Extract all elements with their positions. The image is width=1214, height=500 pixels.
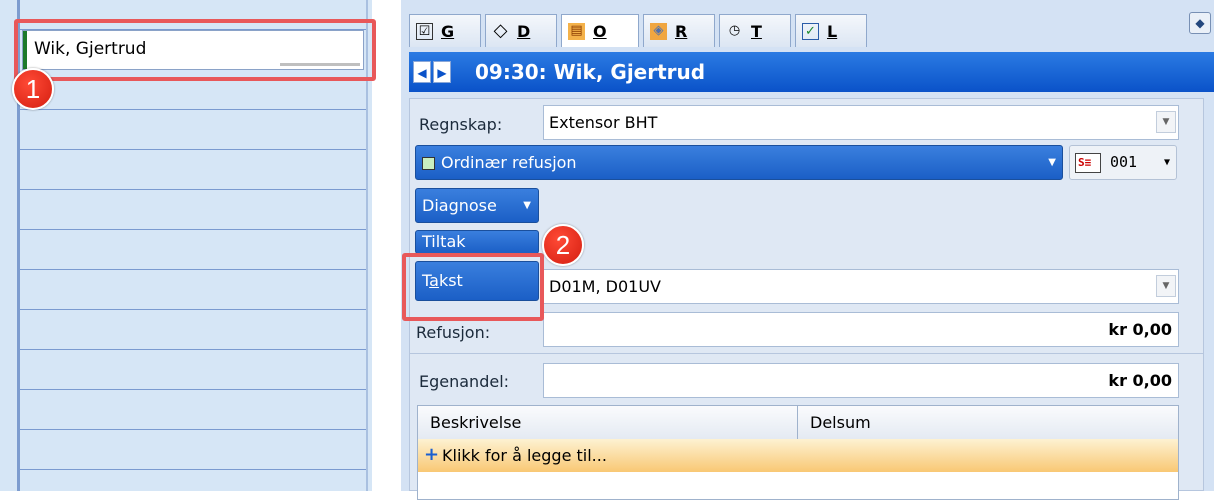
tab-o[interactable]: ▤ O xyxy=(561,14,639,47)
refusjon-label: Refusjon: xyxy=(416,323,491,342)
calendar-slot-line xyxy=(20,189,366,190)
tiltak-label: Tiltak xyxy=(422,232,466,251)
collapse-panel-icon[interactable]: ◆ xyxy=(1189,12,1211,34)
status-square-icon xyxy=(422,157,435,170)
tab-label: G xyxy=(441,21,455,41)
diamond-icon: ◇ xyxy=(493,19,508,41)
checkbox-icon: ☑ xyxy=(416,22,433,40)
column-header-beskrivelse[interactable]: Beskrivelse xyxy=(430,413,521,432)
callout-highlight-1 xyxy=(14,19,376,81)
diagnose-label: Diagnose xyxy=(422,196,497,215)
appointment-header: ◀ ▶ 09:30: Wik, Gjertrud xyxy=(409,52,1214,92)
tab-d[interactable]: ◇ D xyxy=(485,14,557,47)
takst-select[interactable]: D01M, D01UV ▼ xyxy=(543,269,1179,304)
calendar-slot-line xyxy=(20,149,366,150)
refusjon-value: kr 0,00 xyxy=(1108,320,1172,339)
code-select[interactable]: S≡ 001 ▼ xyxy=(1069,145,1177,180)
add-row-label: Klikk for å legge til... xyxy=(442,446,607,465)
refusjon-type-select[interactable]: Ordinær refusjon ▼ xyxy=(415,145,1063,180)
calendar-slot-line xyxy=(20,389,366,390)
chevron-down-icon[interactable]: ▼ xyxy=(1156,275,1176,297)
tab-label: L xyxy=(827,21,838,41)
regnskap-value: Extensor BHT xyxy=(549,113,658,132)
egenandel-value: kr 0,00 xyxy=(1108,371,1172,390)
tab-l[interactable]: ✓ L xyxy=(795,14,867,47)
chevron-down-icon[interactable]: ▼ xyxy=(1156,111,1176,133)
tab-label: O xyxy=(593,21,607,41)
callout-badge-1: 1 xyxy=(12,68,54,110)
grid-header: Beskrivelse Delsum xyxy=(418,406,1178,440)
regnskap-label: Regnskap: xyxy=(419,115,503,134)
egenandel-input[interactable]: kr 0,00 xyxy=(543,363,1179,398)
chevron-down-icon: ▼ xyxy=(1163,157,1170,168)
chevron-down-icon: ▼ xyxy=(523,200,531,211)
tab-r[interactable]: ◈ R xyxy=(643,14,715,47)
refusjon-type-value: Ordinær refusjon xyxy=(441,153,577,172)
section-divider xyxy=(410,353,1203,354)
next-arrow-icon[interactable]: ▶ xyxy=(433,61,451,83)
patient-panel: ☑ G ◇ D ▤ O ◈ R ◷ T ✓ L ◆ ◀ ▶ 09:30: Wik… xyxy=(401,0,1214,500)
document-icon: S≡ xyxy=(1075,153,1101,173)
tab-label: T xyxy=(751,21,762,41)
appointment-title: 09:30: Wik, Gjertrud xyxy=(475,60,706,84)
callout-highlight-2 xyxy=(402,253,544,321)
calendar-slot-line xyxy=(20,349,366,350)
egenandel-label: Egenandel: xyxy=(419,372,510,391)
callout-badge-2: 2 xyxy=(542,224,584,266)
regnskap-select[interactable]: Extensor BHT ▼ xyxy=(543,105,1179,140)
calendar-slot-line xyxy=(20,429,366,430)
previous-arrow-icon[interactable]: ◀ xyxy=(413,61,431,83)
tiltak-button[interactable]: Tiltak xyxy=(415,230,539,254)
pills-icon: ▤ xyxy=(568,22,585,40)
tab-g[interactable]: ☑ G xyxy=(409,14,481,47)
checklist-icon: ✓ xyxy=(802,22,819,40)
tab-t[interactable]: ◷ T xyxy=(719,14,791,47)
tab-label: R xyxy=(675,21,688,41)
prescription-icon: ◈ xyxy=(650,22,667,40)
clock-icon: ◷ xyxy=(728,22,741,38)
code-value: 001 xyxy=(1110,153,1138,171)
charges-grid: Beskrivelse Delsum + Klikk for å legge t… xyxy=(417,405,1179,500)
column-header-delsum[interactable]: Delsum xyxy=(810,413,871,432)
refusjon-amount: kr 0,00 xyxy=(543,312,1179,347)
calendar-slot-line xyxy=(20,309,366,310)
column-separator xyxy=(797,406,798,439)
calendar-slot-line xyxy=(20,269,366,270)
add-row[interactable]: + Klikk for å legge til... xyxy=(418,439,1178,472)
diagnose-button[interactable]: Diagnose ▼ xyxy=(415,188,539,223)
takst-value: D01M, D01UV xyxy=(549,277,661,296)
calendar-slot-line xyxy=(20,109,366,110)
chevron-down-icon: ▼ xyxy=(1048,157,1056,168)
plus-icon: + xyxy=(424,444,440,465)
calendar-slot-line xyxy=(20,469,366,470)
tab-label: D xyxy=(517,21,531,41)
calendar-slot-line xyxy=(20,229,366,230)
